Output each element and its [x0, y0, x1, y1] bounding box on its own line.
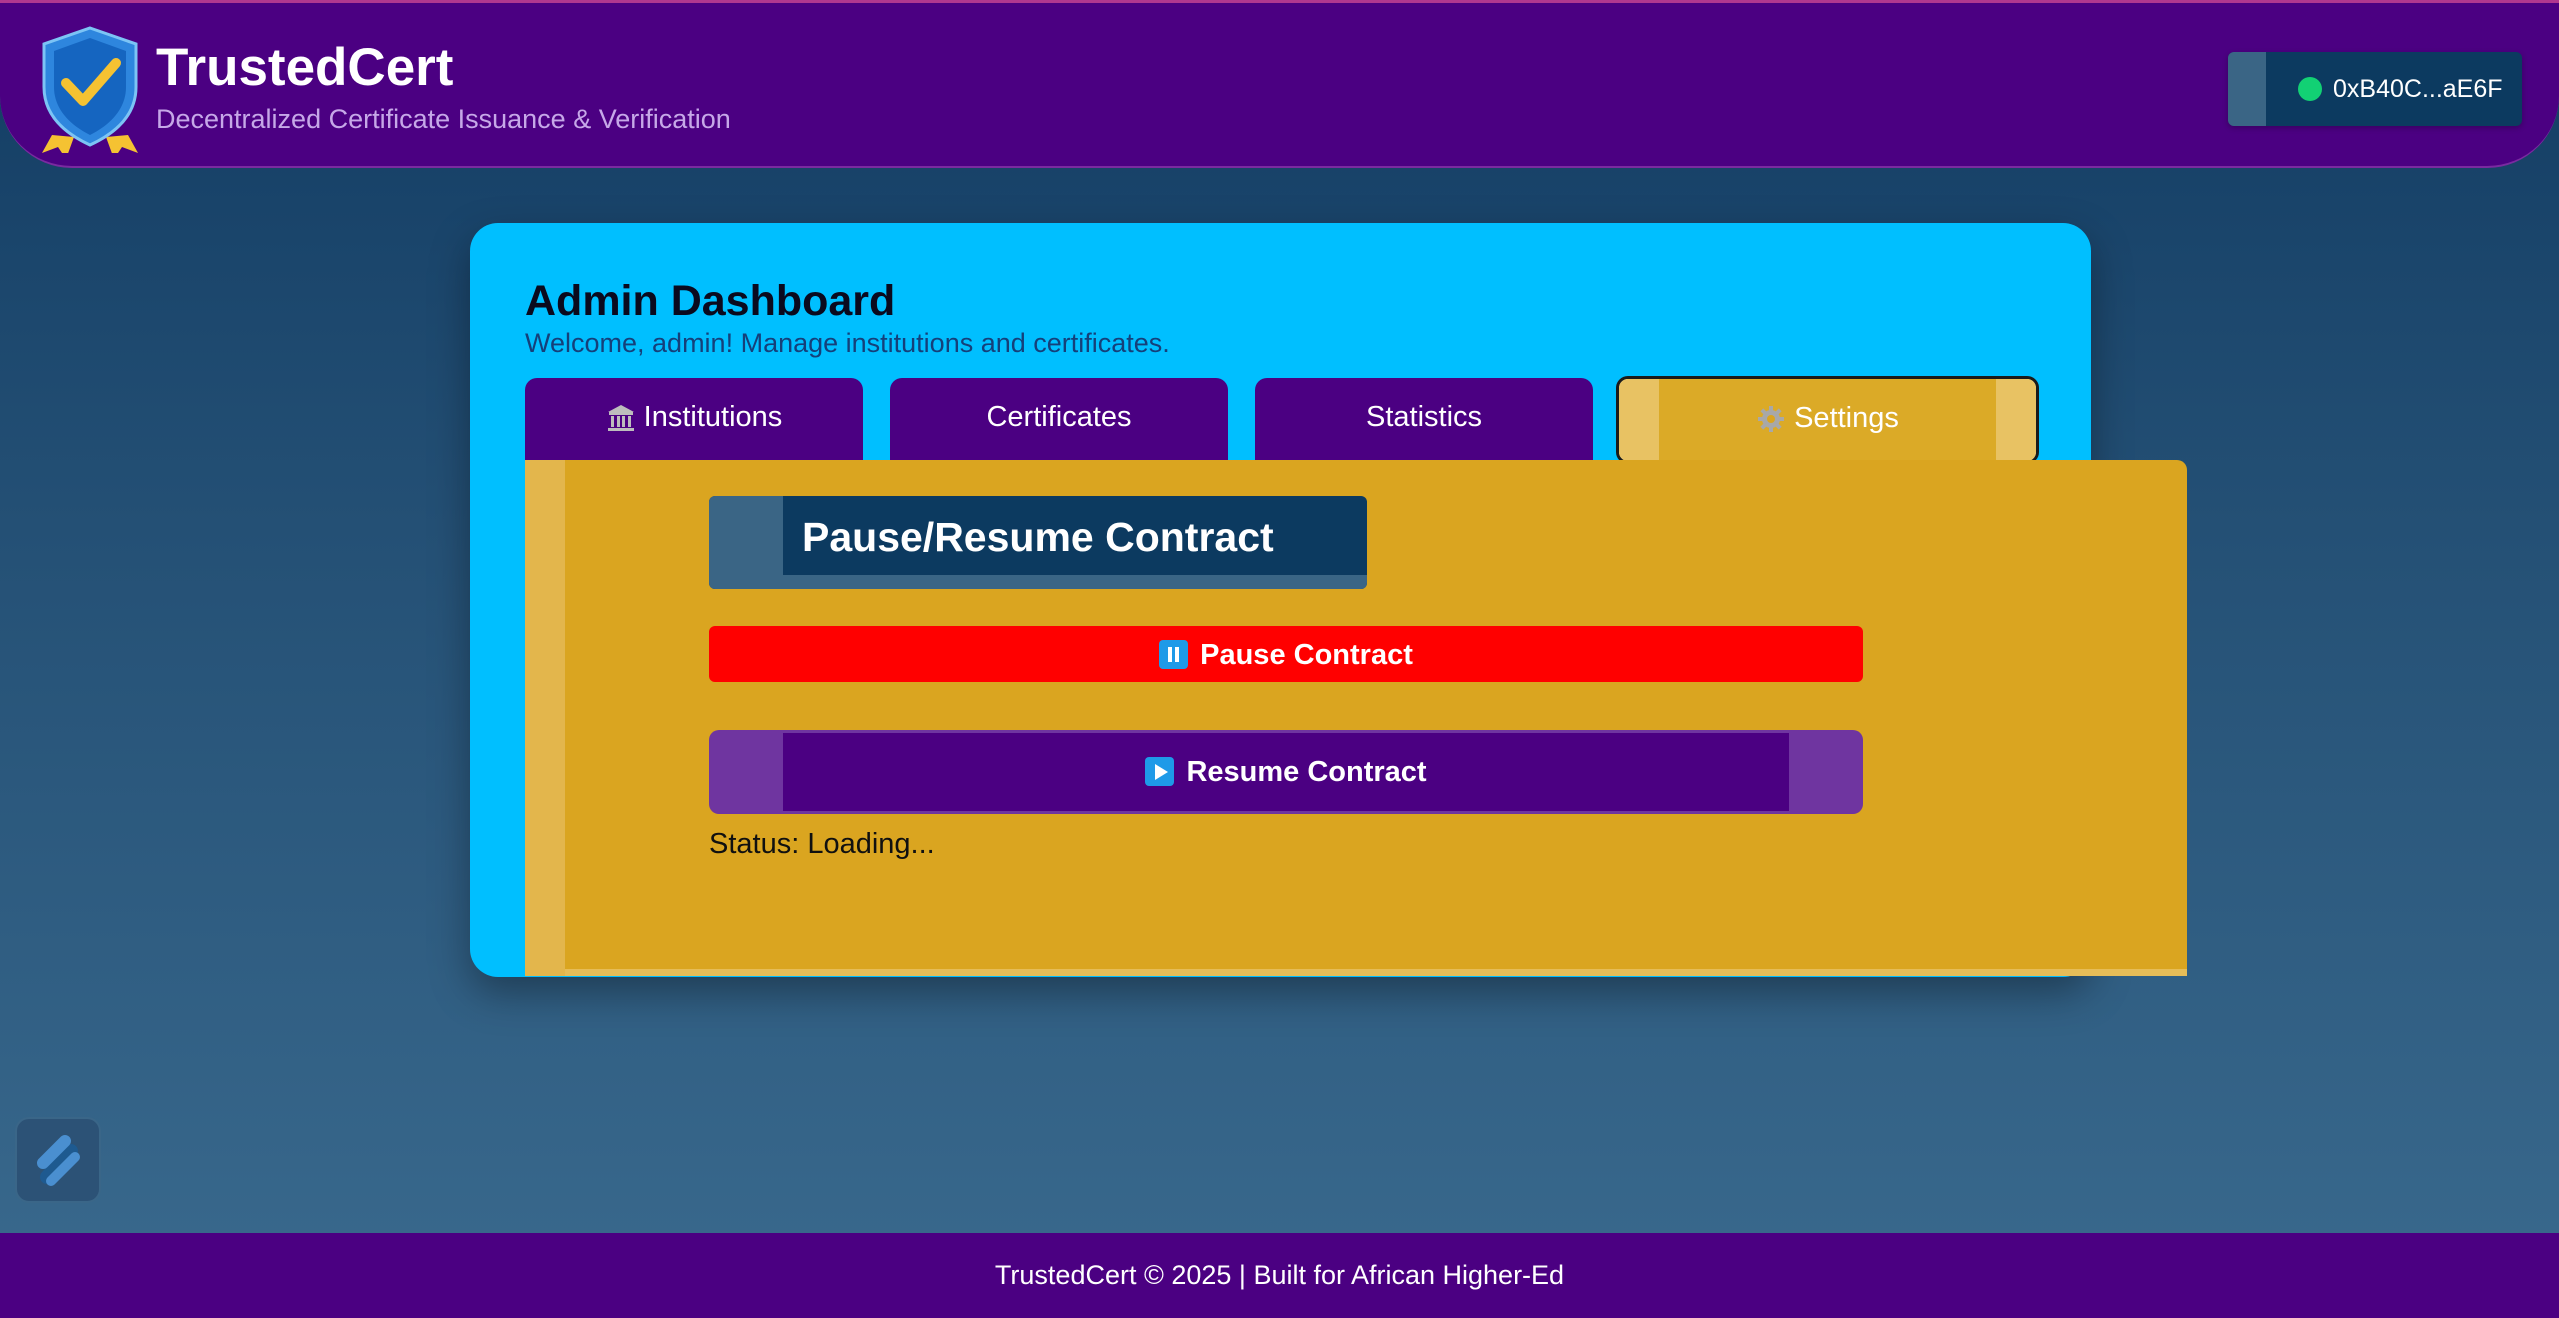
app-header: TrustedCert Decentralized Certificate Is…	[0, 0, 2559, 168]
section-heading: Pause/Resume Contract	[709, 496, 1367, 589]
footer-text: TrustedCert © 2025 | Built for African H…	[994, 1260, 1565, 1290]
tab-institutions[interactable]: Institutions	[525, 378, 863, 462]
play-icon	[1145, 757, 1175, 786]
page-subtitle: Welcome, admin! Manage institutions and …	[525, 328, 1170, 358]
tab-label: Certificates	[986, 401, 1132, 433]
connected-status-dot	[2298, 77, 2322, 101]
tab-certificates[interactable]: Certificates	[890, 378, 1228, 462]
tab-label: Settings	[1794, 402, 1899, 434]
tab-label: Institutions	[643, 401, 783, 433]
resume-contract-button[interactable]: Resume Contract	[709, 730, 1863, 814]
app-footer: TrustedCert © 2025 | Built for African H…	[0, 1233, 2559, 1318]
app-title: TrustedCert	[156, 38, 454, 97]
gear-icon	[1758, 406, 1785, 433]
floating-widget-button[interactable]	[15, 1117, 101, 1203]
resume-button-label: Resume Contract	[1186, 756, 1427, 788]
wallet-button[interactable]: 0xB40C...aE6F	[2228, 52, 2522, 126]
page-title: Admin Dashboard	[525, 277, 896, 325]
tab-statistics[interactable]: Statistics	[1255, 378, 1593, 462]
pause-button-label: Pause Contract	[1200, 639, 1413, 671]
wallet-address: 0xB40C...aE6F	[2333, 75, 2503, 103]
section-title: Pause/Resume Contract	[802, 514, 1274, 560]
bank-icon	[607, 405, 634, 432]
app-subtitle: Decentralized Certificate Issuance & Ver…	[156, 104, 731, 134]
tab-settings[interactable]: Settings	[1616, 376, 2039, 464]
contract-status: Status: Loading...	[709, 828, 935, 860]
tab-label: Statistics	[1365, 401, 1483, 433]
app-widget-icon	[37, 1135, 80, 1186]
pause-contract-button[interactable]: Pause Contract	[709, 626, 1863, 682]
shield-check-icon	[42, 26, 138, 153]
pause-icon	[1159, 640, 1189, 669]
wallet-accent	[2228, 52, 2266, 126]
